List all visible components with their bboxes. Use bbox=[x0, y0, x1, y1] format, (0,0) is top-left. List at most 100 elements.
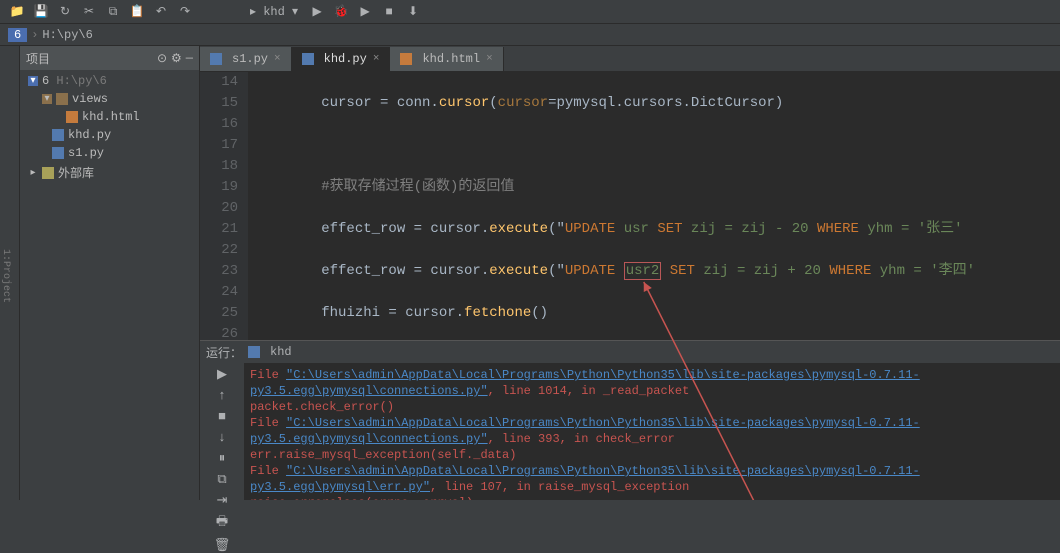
run-icon[interactable]: ▶ bbox=[308, 3, 326, 21]
redo-icon[interactable]: ↷ bbox=[176, 3, 194, 21]
code-text: yhm = bbox=[859, 221, 918, 237]
code-text: =pymysql.cursors.DictCursor) bbox=[548, 95, 783, 111]
sidebar-title: 项目 bbox=[26, 50, 50, 67]
main-layout: 1:Project Structure 项目 ⊙ ⚙ — ▾ 6 H:\py\6 bbox=[0, 46, 1060, 500]
run-title-label: 运行： bbox=[206, 344, 242, 361]
hide-icon[interactable]: — bbox=[186, 51, 193, 66]
tab-khd-py[interactable]: khd.py× bbox=[292, 47, 391, 71]
trash-icon[interactable]: 🗑 bbox=[213, 538, 231, 553]
rerun-icon[interactable]: ▶ bbox=[213, 367, 231, 382]
chevron-right-icon: › bbox=[31, 28, 38, 42]
breadcrumb: 6 › H:\py\6 bbox=[0, 24, 1060, 46]
error-token-usr2: usr2 bbox=[624, 262, 662, 280]
code-text: zij = zij + 20 bbox=[695, 263, 829, 279]
pause-icon[interactable]: ⏸ bbox=[213, 451, 231, 466]
code-text: (" bbox=[548, 221, 565, 237]
debug-icon[interactable]: 🐞 bbox=[332, 3, 350, 21]
run-panel: 运行： khd ▶ ↑ ■ ↓ ⏸ ⧉ ⇥ 🖶 🗑 bbox=[200, 340, 1060, 500]
refresh-icon[interactable]: ↻ bbox=[56, 3, 74, 21]
tree-root[interactable]: ▾ 6 H:\py\6 bbox=[20, 72, 199, 90]
tree-item-label: views bbox=[72, 92, 108, 106]
tab-khd-html[interactable]: khd.html × bbox=[390, 47, 503, 71]
toggle-icon[interactable]: ⧉ bbox=[213, 472, 231, 487]
code-text: execute bbox=[489, 263, 548, 279]
code-content[interactable]: cursor = conn.cursor(cursor=pymysql.curs… bbox=[248, 72, 1060, 340]
run-coverage-icon[interactable]: ▶ bbox=[356, 3, 374, 21]
stop-run-icon[interactable]: ■ bbox=[213, 409, 231, 424]
run-script-name: khd bbox=[270, 345, 292, 359]
project-tree: ▾ 6 H:\py\6 ▾ views khd.html khd.py bbox=[20, 70, 199, 185]
left-tool-strip: 1:Project Structure bbox=[0, 46, 20, 500]
console-text: raise errorclass(errno, errval) bbox=[250, 495, 1054, 500]
editor-tabs: s1.py × khd.py× khd.html × bbox=[200, 46, 1060, 72]
code-text: cursor = conn. bbox=[254, 95, 439, 111]
code-text: fetchone bbox=[464, 305, 531, 321]
run-body: ▶ ↑ ■ ↓ ⏸ ⧉ ⇥ 🖶 🗑 File "C:\Users\admin\A… bbox=[200, 363, 1060, 500]
tree-item-label: khd.html bbox=[82, 110, 140, 124]
tree-file-s1-py[interactable]: s1.py bbox=[20, 144, 199, 162]
close-icon[interactable]: × bbox=[486, 53, 493, 65]
print-icon[interactable]: 🖶 bbox=[213, 514, 231, 532]
run-config-label[interactable]: ▸ khd ▾ bbox=[246, 3, 302, 21]
tree-file-khd-py[interactable]: khd.py bbox=[20, 126, 199, 144]
stop-icon[interactable]: ■ bbox=[380, 3, 398, 21]
ide-root: 📁 💾 ↻ ✂ ⧉ 📋 ↶ ↷ ▸ khd ▾ ▶ 🐞 ▶ ■ ⬇ 6 › H:… bbox=[0, 0, 1060, 500]
code-text: effect_row = cursor. bbox=[254, 221, 489, 237]
code-comment: #获取存储过程(函数)的返回值 bbox=[254, 177, 1060, 198]
console-text: File bbox=[250, 416, 286, 430]
code-text: execute bbox=[489, 221, 548, 237]
open-icon[interactable]: 📁 bbox=[8, 3, 26, 21]
copy-icon[interactable]: ⧉ bbox=[104, 3, 122, 21]
project-sidebar: 项目 ⊙ ⚙ — ▾ 6 H:\py\6 ▾ views bbox=[20, 46, 200, 500]
tree-external-libs[interactable]: ▸ 外部库 bbox=[20, 162, 199, 183]
tab-s1[interactable]: s1.py × bbox=[200, 47, 292, 71]
sidebar-header: 项目 ⊙ ⚙ — bbox=[20, 46, 199, 70]
collapse-icon[interactable]: ⊙ bbox=[157, 51, 167, 66]
console-text: , line 1014, in _read_packet bbox=[488, 384, 690, 398]
code-text: zij = zij - 20 bbox=[683, 221, 817, 237]
close-icon[interactable]: × bbox=[274, 53, 281, 65]
console-text: packet.check_error() bbox=[250, 399, 1054, 415]
code-text: yhm = bbox=[871, 263, 930, 279]
code-text bbox=[661, 263, 669, 279]
code-text: UPDATE bbox=[565, 221, 615, 237]
project-tool-label[interactable]: 1:Project bbox=[0, 249, 11, 303]
tree-item-label: s1.py bbox=[68, 146, 104, 160]
code-text: SET bbox=[670, 263, 695, 279]
paste-icon[interactable]: 📋 bbox=[128, 3, 146, 21]
code-text: usr bbox=[615, 221, 657, 237]
tree-folder-views[interactable]: ▾ views bbox=[20, 90, 199, 108]
console-text: , line 107, in raise_mysql_exception bbox=[430, 480, 689, 494]
editor-area: s1.py × khd.py× khd.html × 141516171819202… bbox=[200, 46, 1060, 500]
tab-label: s1.py bbox=[232, 52, 268, 66]
code-text: fhuizhi = cursor. bbox=[254, 305, 464, 321]
console-text: , line 393, in check_error bbox=[488, 432, 675, 446]
vcs-icon[interactable]: ⬇ bbox=[404, 3, 422, 21]
console-output[interactable]: File "C:\Users\admin\AppData\Local\Progr… bbox=[244, 363, 1060, 500]
export-icon[interactable]: ⇥ bbox=[213, 493, 231, 508]
breadcrumb-root[interactable]: 6 bbox=[8, 28, 27, 42]
gear-icon[interactable]: ⚙ bbox=[171, 51, 182, 66]
cut-icon[interactable]: ✂ bbox=[80, 3, 98, 21]
console-text: err.raise_mysql_exception(self._data) bbox=[250, 447, 1054, 463]
code-text: '张三' bbox=[918, 221, 963, 237]
code-text: (" bbox=[548, 263, 565, 279]
code-text: effect_row = cursor. bbox=[254, 263, 489, 279]
run-toolbar: ▶ ↑ ■ ↓ ⏸ ⧉ ⇥ 🖶 🗑 bbox=[200, 363, 244, 500]
code-editor[interactable]: 1415161718192021222324252627 cursor = co… bbox=[200, 72, 1060, 340]
save-icon[interactable]: 💾 bbox=[32, 3, 50, 21]
breadcrumb-path[interactable]: H:\py\6 bbox=[42, 28, 92, 42]
code-text: () bbox=[531, 305, 548, 321]
tree-item-label: 外部库 bbox=[58, 164, 94, 181]
code-text: cursor bbox=[439, 95, 489, 111]
step-down-icon[interactable]: ↓ bbox=[213, 430, 231, 445]
undo-icon[interactable]: ↶ bbox=[152, 3, 170, 21]
step-icon[interactable]: ↑ bbox=[213, 388, 231, 403]
main-toolbar: 📁 💾 ↻ ✂ ⧉ 📋 ↶ ↷ ▸ khd ▾ ▶ 🐞 ▶ ■ ⬇ bbox=[0, 0, 1060, 24]
code-text: WHERE bbox=[829, 263, 871, 279]
tab-label: khd.html bbox=[422, 52, 480, 66]
close-icon[interactable]: × bbox=[373, 53, 380, 65]
tree-file-khd-html[interactable]: khd.html bbox=[20, 108, 199, 126]
code-text: UPDATE bbox=[565, 263, 615, 279]
code-text: SET bbox=[657, 221, 682, 237]
